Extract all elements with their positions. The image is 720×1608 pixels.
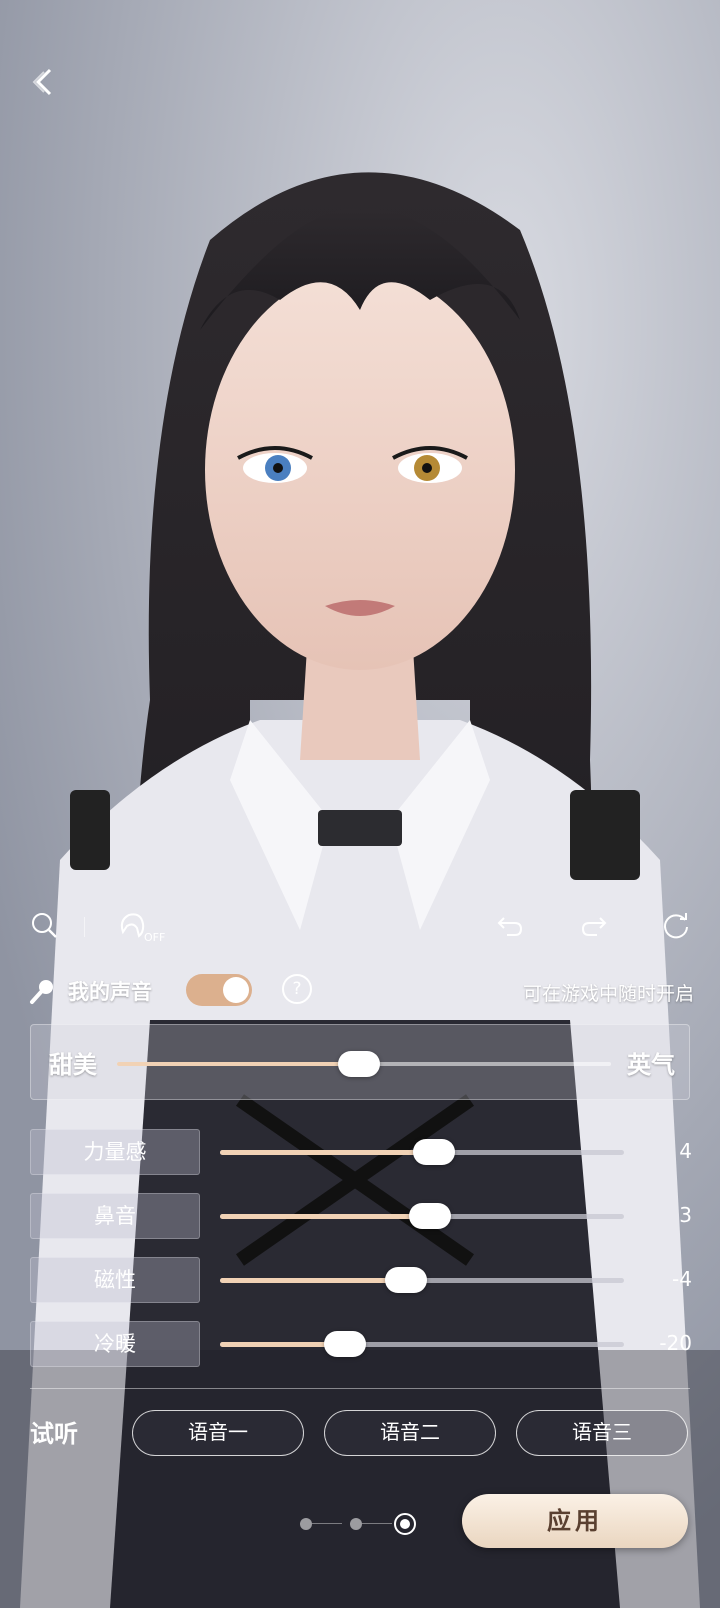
param-slider-track[interactable] — [220, 1267, 624, 1293]
voice-toggle[interactable] — [186, 974, 252, 1006]
search-button[interactable] — [24, 905, 64, 945]
page-dot-1[interactable] — [300, 1518, 312, 1530]
param-slider-track[interactable] — [220, 1139, 624, 1165]
param-row-warmth: 冷暖 -20 — [30, 1321, 692, 1367]
param-slider-knob[interactable] — [409, 1203, 452, 1229]
param-slider-track[interactable] — [220, 1203, 624, 1229]
editor-toolbar: OFF — [0, 905, 720, 949]
undo-icon — [497, 917, 523, 936]
page-indicator — [300, 1508, 430, 1538]
apply-button[interactable]: 应用 — [462, 1494, 688, 1548]
sweet-heroic-slider: 甜美 英气 — [30, 1024, 690, 1100]
param-value: 3 — [679, 1203, 692, 1227]
param-label: 鼻音 — [30, 1193, 200, 1239]
page-dot-3-active[interactable] — [394, 1513, 416, 1535]
param-value: -4 — [672, 1267, 692, 1291]
param-slider-fill — [220, 1150, 435, 1155]
voice-sample-2-button[interactable]: 语音二 — [324, 1410, 496, 1456]
param-label: 磁性 — [30, 1257, 200, 1303]
reset-button[interactable] — [656, 905, 696, 945]
back-button[interactable] — [26, 62, 66, 102]
param-slider-track[interactable] — [220, 1331, 624, 1357]
hair-toggle-state: OFF — [144, 931, 166, 944]
param-row-strength: 力量感 4 — [30, 1129, 692, 1175]
redo-icon — [581, 917, 607, 936]
page-dot-2[interactable] — [350, 1518, 362, 1530]
voice-sample-3-button[interactable]: 语音三 — [516, 1410, 688, 1456]
hair-off-icon — [120, 913, 145, 938]
chevron-left-icon — [32, 68, 52, 96]
param-slider-knob[interactable] — [413, 1139, 456, 1165]
main-slider-knob[interactable] — [338, 1051, 381, 1077]
main-slider-fill — [117, 1062, 360, 1066]
param-row-magnetic: 磁性 -4 — [30, 1257, 692, 1303]
param-slider-knob[interactable] — [384, 1267, 427, 1293]
voice-hint: 可在游戏中随时开启 — [522, 983, 694, 1005]
undo-button[interactable] — [490, 905, 530, 945]
voice-settings-row: 我的声音 ? 可在游戏中随时开启 — [28, 970, 694, 1010]
slider-left-label: 甜美 — [49, 1050, 97, 1079]
redo-button[interactable] — [574, 905, 614, 945]
pager-line — [312, 1523, 342, 1524]
param-slider-fill — [220, 1214, 431, 1219]
help-icon[interactable]: ? — [282, 974, 312, 1004]
param-slider-fill — [220, 1278, 406, 1283]
main-slider-track[interactable] — [117, 1051, 611, 1077]
pager-line — [362, 1523, 392, 1524]
param-slider-knob[interactable] — [324, 1331, 367, 1357]
voice-sample-1-button[interactable]: 语音一 — [132, 1410, 304, 1456]
param-value: -20 — [659, 1331, 692, 1355]
section-divider — [30, 1388, 690, 1389]
microphone-icon — [30, 980, 53, 1004]
listen-label: 试听 — [30, 1419, 78, 1448]
slider-right-label: 英气 — [627, 1050, 675, 1079]
refresh-icon — [664, 913, 688, 939]
param-label: 冷暖 — [30, 1321, 200, 1367]
search-icon — [32, 913, 57, 938]
param-value: 4 — [679, 1139, 692, 1163]
toolbar-divider — [84, 917, 85, 937]
param-label: 力量感 — [30, 1129, 200, 1175]
param-row-nasal: 鼻音 3 — [30, 1193, 692, 1239]
voice-toggle-knob — [223, 977, 249, 1003]
voice-title: 我的声音 — [68, 980, 152, 1004]
